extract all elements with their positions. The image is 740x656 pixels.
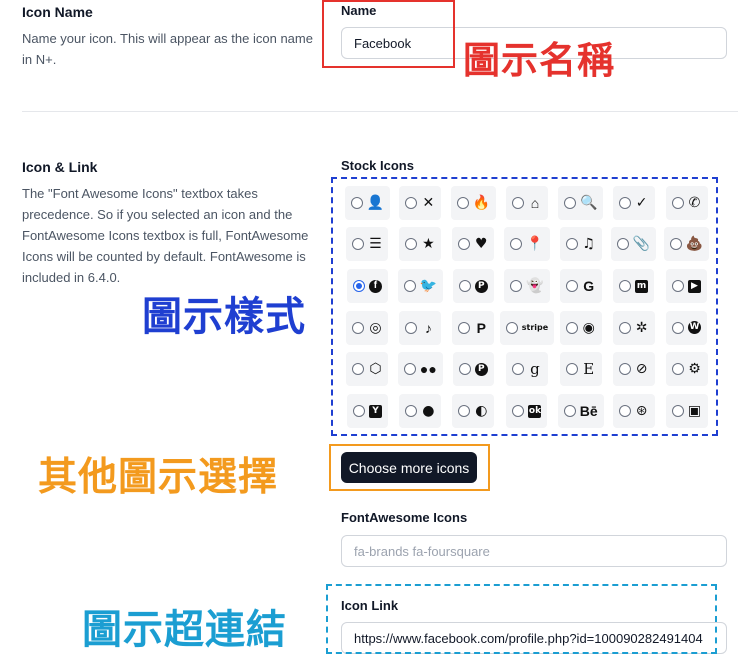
icon-name-description: Name your icon. This will appear as the … [22,31,313,67]
more-icons-annotation-text: 其他圖示選擇 [38,455,279,500]
fontawesome-icons-label: FontAwesome Icons [341,510,468,525]
icon-link-description: The "Font Awesome Icons" textbox takes p… [22,186,309,285]
icon-name-heading: Icon Name [22,4,93,20]
icon-link-heading: Icon & Link [22,159,98,175]
section-divider [22,111,738,112]
icons-annotation-box [331,177,718,436]
link-annotation-box [326,584,717,654]
icons-annotation-text: 圖示樣式 [142,294,306,340]
more-icons-annotation-box [329,444,490,491]
name-annotation-box [322,0,455,68]
stock-icons-label: Stock Icons [341,158,414,173]
link-annotation-text: 圖示超連結 [82,607,287,653]
fontawesome-icons-input[interactable]: fa-brands fa-foursquare [341,535,727,567]
name-annotation-text: 圖示名稱 [463,39,615,82]
